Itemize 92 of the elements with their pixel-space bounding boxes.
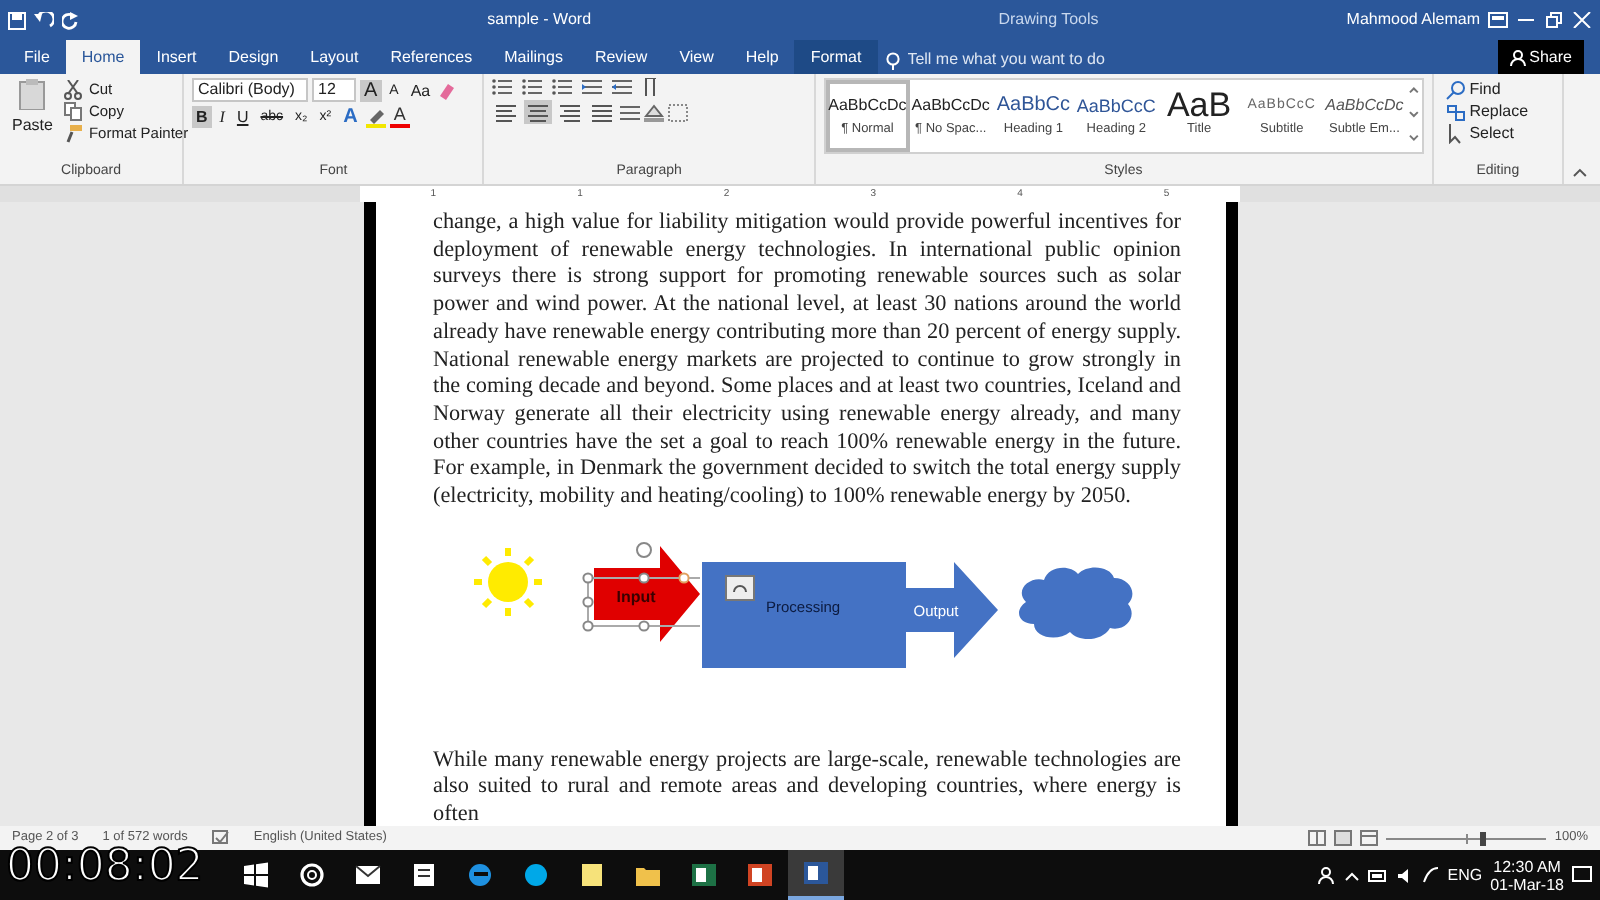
print-layout-icon[interactable] <box>1334 830 1353 846</box>
search-field[interactable]: Tell me what you want to do <box>903 46 1164 74</box>
font-button[interactable]: I <box>215 106 229 128</box>
browser-icon <box>466 862 494 888</box>
paintbrush-icon <box>64 123 85 143</box>
restore-icon[interactable] <box>1544 12 1564 28</box>
ribbon-tab[interactable]: Design <box>212 40 295 74</box>
ribbon-tab[interactable]: Help <box>729 40 795 74</box>
search-icon <box>1445 79 1466 99</box>
close-icon[interactable] <box>1572 12 1592 28</box>
bullets-icon[interactable] <box>492 78 515 96</box>
font-button[interactable]: U <box>232 106 253 128</box>
sun-drawing <box>470 544 544 619</box>
redo-icon[interactable] <box>62 11 80 29</box>
input-arrow[interactable]: Input <box>593 545 699 642</box>
numbering-icon[interactable] <box>522 78 545 96</box>
save-icon[interactable] <box>8 11 26 29</box>
shading-icon[interactable] <box>644 103 665 121</box>
font-button[interactable]: A <box>389 106 410 128</box>
person-icon <box>1509 49 1526 65</box>
replace-icon <box>1445 101 1466 121</box>
align-button[interactable] <box>492 100 521 124</box>
cloud-shape[interactable] <box>1018 567 1132 639</box>
ribbon-tab[interactable]: Mailings <box>488 40 579 74</box>
ribbon-tab[interactable]: Insert <box>140 40 213 74</box>
ribbon-tab[interactable]: Review <box>578 40 664 74</box>
input-language[interactable]: ENG <box>1447 863 1483 887</box>
collapse-ribbon-icon[interactable] <box>1572 166 1588 178</box>
font-button[interactable]: A <box>339 106 362 128</box>
presentation-app-icon <box>746 862 774 888</box>
read-mode-icon[interactable] <box>1308 830 1327 846</box>
borders-icon[interactable] <box>668 103 689 121</box>
font-button[interactable]: Aa <box>406 79 435 101</box>
speaker-icon[interactable] <box>1395 867 1414 883</box>
font-size-field[interactable]: 12 <box>312 78 356 102</box>
video-timer: 00:08:02 <box>6 844 204 892</box>
ribbon-tab[interactable]: Layout <box>294 40 375 74</box>
ribbon-tab[interactable]: Format <box>794 40 878 74</box>
align-button[interactable] <box>524 100 553 124</box>
chat-app-icon <box>522 862 550 888</box>
ribbon-tab[interactable]: References <box>374 40 489 74</box>
pen-icon[interactable] <box>1421 866 1440 884</box>
notifications-icon[interactable] <box>1572 866 1592 884</box>
increase-indent-icon[interactable] <box>612 78 635 96</box>
line-spacing-icon[interactable] <box>620 103 641 121</box>
window-title: sample - Word <box>487 10 592 28</box>
clock-time[interactable]: 12:30 AM <box>1493 857 1561 875</box>
font-name-field[interactable]: Calibri (Body) <box>192 78 308 102</box>
slider-thumb[interactable] <box>1479 831 1486 845</box>
copy-icon <box>64 101 85 121</box>
lightbulb-icon <box>885 51 900 69</box>
ribbon-tab[interactable]: View <box>663 40 730 74</box>
people-icon[interactable] <box>1317 866 1336 884</box>
layout-options-icon[interactable] <box>724 574 754 601</box>
share-button[interactable]: Share <box>1497 40 1584 74</box>
ribbon-tab[interactable]: File <box>0 40 66 74</box>
battery-icon[interactable] <box>1367 869 1388 881</box>
user-name: Mahmood Alemam <box>1346 8 1480 32</box>
sticky-note-icon <box>578 862 606 888</box>
multilevel-list-icon[interactable] <box>552 78 575 96</box>
font-button[interactable]: A <box>360 79 382 101</box>
body-paragraph: While many renewable energy projects are large-scale, renewable technologies are also suited to rural and remote areas and developing countries, where energy is often <box>433 747 1181 830</box>
eraser-icon[interactable] <box>438 81 457 99</box>
notepad-icon <box>410 862 438 888</box>
decrease-indent-icon[interactable] <box>582 78 605 96</box>
paste-button[interactable]: Paste <box>8 78 57 144</box>
editing-button[interactable]: Select <box>1441 122 1518 144</box>
spreadsheet-app-icon <box>690 862 718 888</box>
body-paragraph: change, a high value for liability mitigation would provide powerful incentives for deployment of renewable energy technologies. In international public opinion surveys there is strong support for promoting renewable sources such as solar power and wind power. At the national level, at least 30 nations around the world already have renewable energy contributing more than 20 percent of energy supply. National renewable energy markets are projected to continue to grow strongly in the coming decade and beyond. Some places and at least two countries, Iceland and Norway generate all their electricity using renewable energy already, and many other countries have the set a goal to reach 100% renewable energy in the future. For example, in Denmark the government decided to switch the total energy supply (electricity, mobility and heating/cooling) to 100% renewable energy by 2050. <box>433 210 1181 512</box>
document-app-icon <box>802 860 830 886</box>
taskbar-button[interactable] <box>788 850 844 900</box>
highlighter-icon[interactable] <box>365 107 386 127</box>
chevron-up-icon[interactable] <box>1343 869 1360 881</box>
ribbon-display-icon[interactable] <box>1488 12 1508 28</box>
ribbon-tab[interactable]: Home <box>65 40 141 74</box>
ring-icon <box>298 862 326 888</box>
align-button[interactable] <box>588 100 617 124</box>
undo-icon[interactable] <box>34 11 54 29</box>
scissors-icon <box>64 79 85 99</box>
contextual-tab-title: Drawing Tools <box>998 8 1099 32</box>
font-button[interactable]: B <box>192 106 212 128</box>
selection-handles[interactable] <box>581 541 700 632</box>
zoom-slider[interactable] <box>1386 831 1547 845</box>
windows-logo-icon <box>242 862 270 888</box>
envelope-icon <box>354 862 382 888</box>
proofing-icon[interactable] <box>211 830 230 846</box>
web-layout-icon[interactable] <box>1360 830 1379 846</box>
editing-button[interactable]: Replace <box>1441 100 1533 122</box>
align-button[interactable] <box>556 100 585 124</box>
clock-date[interactable]: 01-Mar-18 <box>1490 875 1564 893</box>
folder-icon <box>634 862 662 888</box>
editing-button[interactable]: Find <box>1441 78 1505 100</box>
